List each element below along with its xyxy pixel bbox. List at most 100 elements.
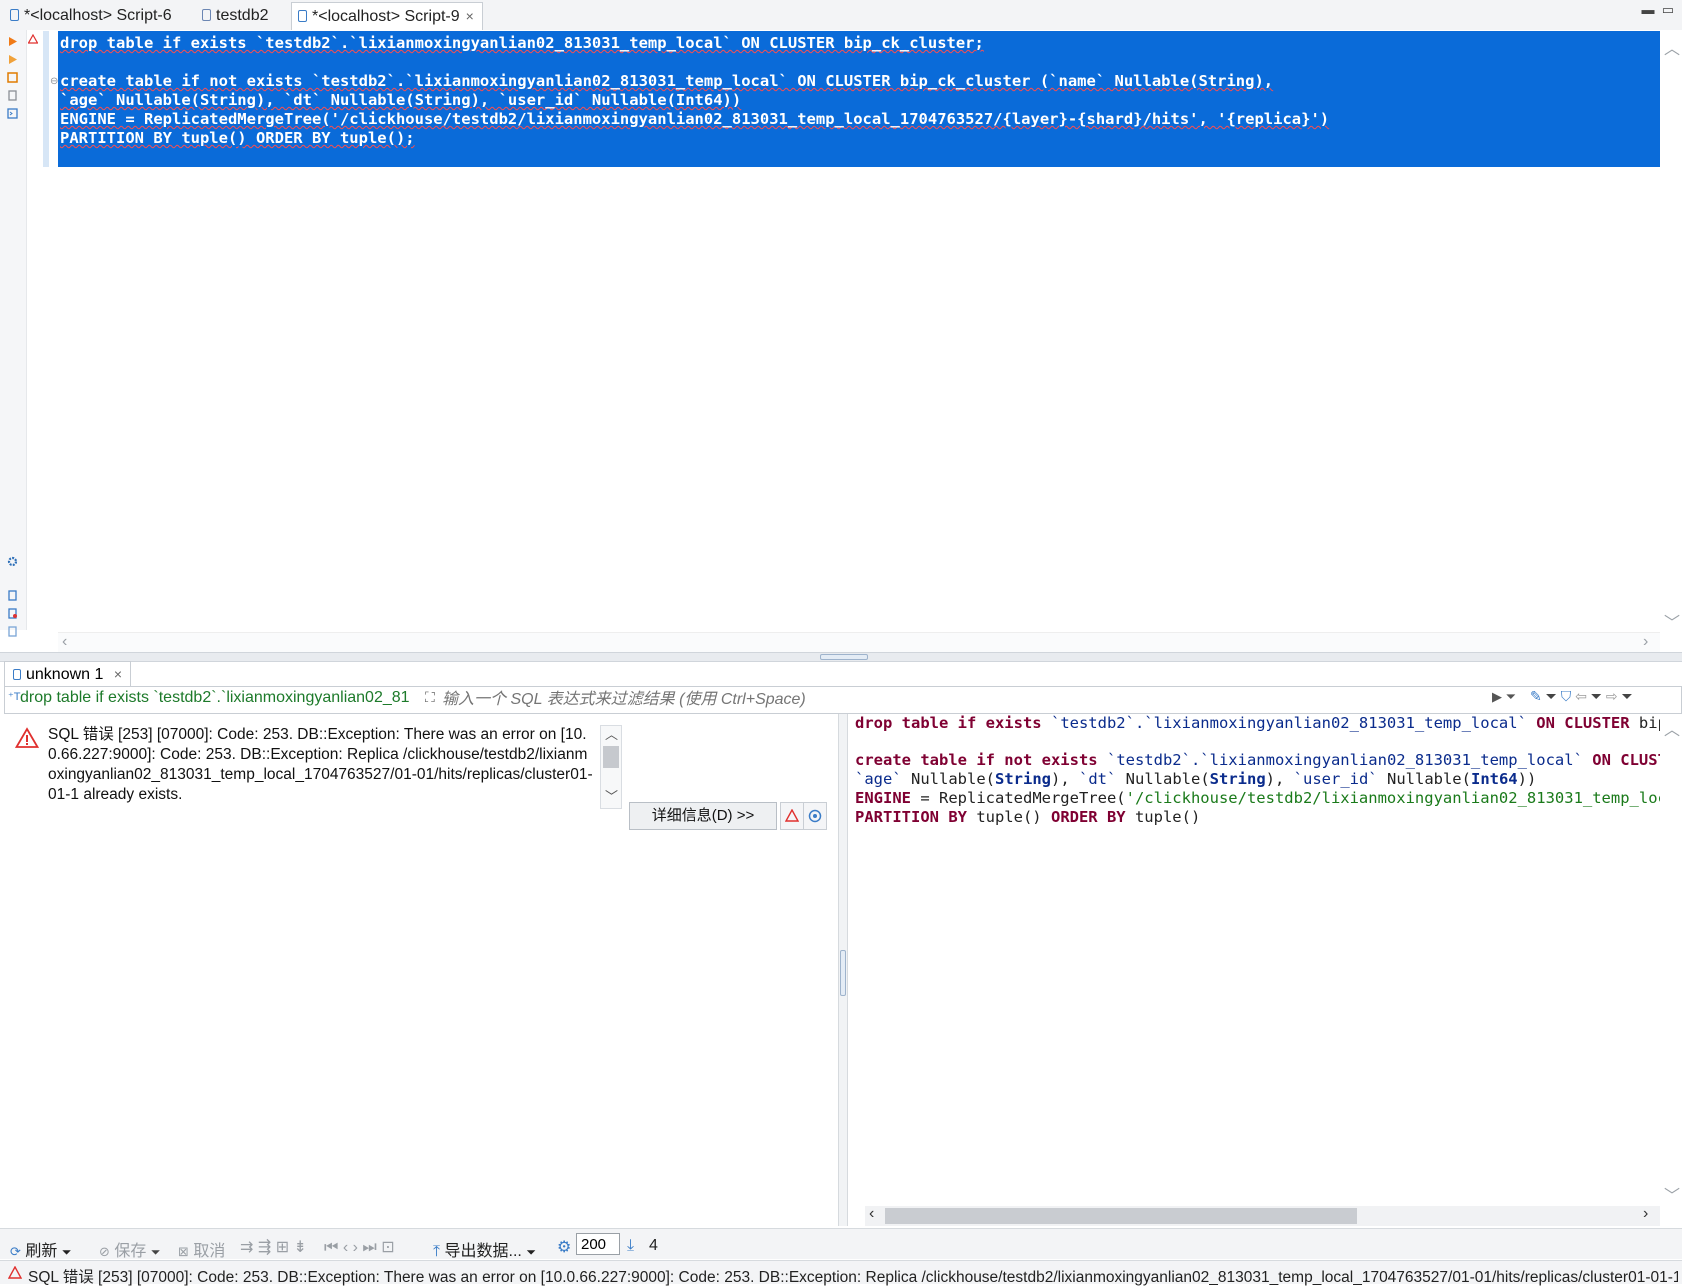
forward-icon[interactable]: ⇨ [1606, 688, 1618, 704]
refresh-button[interactable]: ⟳ 刷新 ⏷ [10, 1237, 71, 1261]
splitter-handle[interactable] [820, 654, 868, 660]
scroll-right-icon[interactable]: › [1643, 633, 1648, 651]
query-line-5: ENGINE = ReplicatedMergeTree('/clickhous… [855, 789, 1660, 807]
next-page-icon[interactable]: › [353, 1239, 358, 1256]
tab-script-6[interactable]: *<localhost> Script-6 [4, 2, 180, 29]
check-icon: ⊘ [99, 1244, 110, 1259]
scroll-right-icon[interactable]: › [1643, 1205, 1648, 1223]
script-icon [10, 9, 19, 21]
scroll-left-icon[interactable]: ‹ [62, 633, 67, 651]
query-icon: ⁺T [8, 691, 21, 703]
run-icon[interactable] [7, 36, 18, 47]
scroll-up-icon[interactable]: ︿ [1664, 35, 1680, 59]
table-icon [13, 669, 21, 680]
query-text-panel[interactable]: drop table if exists `testdb2`.`lixianmo… [855, 714, 1660, 1204]
query-text-crumb[interactable]: drop table if exists `testdb2`.`lixianmo… [20, 689, 420, 707]
scroll-down-icon[interactable]: ﹀ [1664, 1182, 1680, 1206]
close-icon[interactable]: × [466, 8, 474, 24]
explain-icon[interactable] [7, 72, 18, 83]
tab-testdb2[interactable]: testdb2 [196, 2, 276, 29]
gear-icon[interactable] [7, 556, 18, 567]
export-button[interactable]: ⤒ 导出数据... ⏷ [433, 1237, 536, 1261]
row-tools: ⇉ ⇶ ⊞ ⇟ [240, 1237, 307, 1257]
dropdown-icon[interactable]: ⏷ [151, 1245, 161, 1259]
query-line-3: create table if not exists `testdb2`.`li… [855, 751, 1660, 769]
script-file-icon[interactable] [7, 626, 18, 637]
scrollbar-thumb[interactable] [603, 746, 619, 768]
dropdown-icon[interactable]: ⏷ [1621, 688, 1632, 704]
code-line-5[interactable]: ENGINE = ReplicatedMergeTree('/clickhous… [60, 110, 1329, 128]
scroll-up-icon[interactable]: ︿ [605, 724, 618, 743]
run-script-icon[interactable] [7, 54, 18, 65]
filter-tools: ✎ ⏷ ⛉ ⇦ ⏷ ⇨ ⏷ [1530, 688, 1633, 705]
warning-icon [8, 1266, 22, 1279]
back-icon[interactable]: ⇦ [1575, 688, 1587, 704]
row-count-icon: ⤓ [627, 1237, 635, 1254]
expand-icon[interactable]: ⛶ [425, 689, 435, 706]
code-line-4[interactable]: `age` Nullable(String), `dt` Nullable(St… [60, 91, 741, 109]
gear-icon[interactable]: ⚙ [557, 1237, 571, 1257]
navigation-tools: ⏮ ‹ › ⏭ ⊡ [324, 1237, 395, 1257]
save-button[interactable]: ⊘ 保存 ⏷ [99, 1237, 160, 1261]
fetch-size-input[interactable] [576, 1233, 620, 1255]
error-log-button[interactable] [780, 802, 804, 830]
copy-row-icon[interactable]: ⊞ [276, 1239, 289, 1256]
scroll-up-icon[interactable]: ︿ [1664, 716, 1680, 740]
filter-input[interactable] [440, 688, 1494, 712]
filter-icon[interactable]: ⛉ [1561, 688, 1572, 704]
first-page-icon[interactable]: ⏮ [324, 1239, 338, 1256]
splitter-handle[interactable] [840, 950, 846, 996]
scroll-left-icon[interactable]: ‹ [869, 1205, 874, 1223]
delete-row-icon[interactable]: ⇟ [294, 1239, 307, 1256]
format-icon[interactable] [7, 90, 18, 101]
window-controls: ▬ ▭ [1641, 2, 1674, 18]
dropdown-icon[interactable]: ⏷ [62, 1245, 72, 1259]
code-line-3[interactable]: create table if not exists `testdb2`.`li… [60, 72, 1273, 90]
row-count: 4 [649, 1237, 658, 1254]
editor-ruler [0, 30, 27, 637]
tab-script-9[interactable]: *<localhost> Script-9 × [291, 2, 483, 31]
error-scrollbar[interactable]: ︿ ﹀ [600, 725, 622, 809]
cancel-icon: ⊠ [178, 1244, 189, 1259]
refresh-icon: ⟳ [10, 1244, 21, 1259]
fetch-all-icon[interactable]: ⊡ [381, 1239, 394, 1256]
dropdown-icon[interactable]: ⏷ [526, 1245, 536, 1259]
error-message: SQL 错误 [253] [07000]: Code: 253. DB::Exc… [48, 726, 593, 803]
scroll-down-icon[interactable]: ﹀ [605, 786, 618, 805]
warning-icon [15, 727, 39, 748]
query-line-4: `age` Nullable(String), `dt` Nullable(St… [855, 770, 1537, 788]
help-button[interactable] [803, 802, 827, 830]
query-vertical-scrollbar[interactable]: ︿ ﹀ [1660, 714, 1680, 1206]
minimize-icon[interactable]: ▬ [1641, 2, 1654, 17]
last-page-icon[interactable]: ⏭ [362, 1239, 376, 1256]
previous-page-icon[interactable]: ‹ [343, 1239, 348, 1256]
scroll-down-icon[interactable]: ﹀ [1664, 609, 1680, 633]
dropdown-icon[interactable]: ⏷ [1591, 688, 1602, 704]
editor-vertical-scrollbar[interactable]: ︿ ﹀ [1660, 31, 1680, 633]
editor-horizontal-scrollbar[interactable]: ‹ › [58, 632, 1660, 653]
dropdown-icon[interactable]: ⏷ [1546, 688, 1557, 704]
open-script-icon[interactable] [7, 608, 18, 619]
apply-filter-icon[interactable]: ▶ ⏷ [1492, 689, 1516, 705]
new-script-icon[interactable] [7, 590, 18, 601]
details-button[interactable]: 详细信息(D) >> [629, 802, 777, 830]
code-line-6[interactable]: PARTITION BY tuple() ORDER BY tuple(); [60, 129, 415, 147]
edit-row-icon[interactable]: ⇉ [240, 1239, 253, 1256]
vertical-splitter[interactable] [838, 714, 848, 1226]
panel-splitter[interactable] [0, 652, 1682, 662]
cancel-button[interactable]: ⊠ 取消 [178, 1237, 225, 1261]
scrollbar-thumb[interactable] [885, 1208, 1357, 1224]
results-tab[interactable]: unknown 1 × [4, 661, 132, 686]
export-icon: ⤒ [433, 1243, 441, 1260]
close-icon[interactable]: × [114, 666, 122, 682]
gutter-marker [43, 31, 49, 167]
warning-icon [785, 809, 799, 822]
status-message: SQL 错误 [253] [07000]: Code: 253. DB::Exc… [28, 1269, 1678, 1286]
add-row-icon[interactable]: ⇶ [258, 1239, 271, 1256]
code-line-1[interactable]: drop table if exists `testdb2`.`lixianmo… [60, 34, 984, 52]
help-icon [808, 809, 822, 823]
maximize-icon[interactable]: ▭ [1662, 2, 1674, 17]
warning-icon [28, 34, 38, 44]
console-icon[interactable] [7, 108, 18, 119]
eraser-icon[interactable]: ✎ [1530, 688, 1542, 704]
